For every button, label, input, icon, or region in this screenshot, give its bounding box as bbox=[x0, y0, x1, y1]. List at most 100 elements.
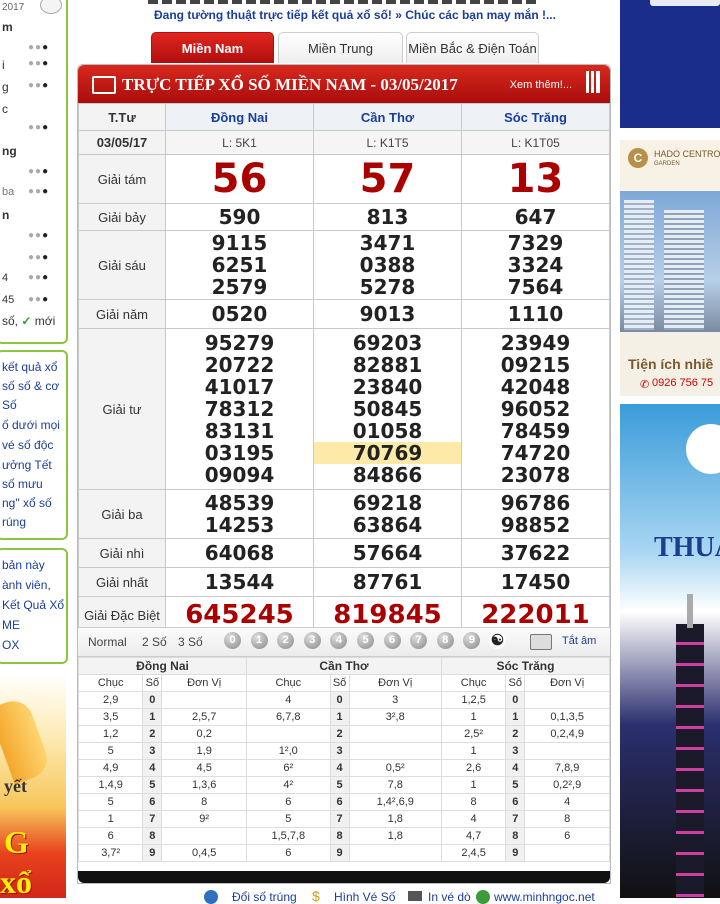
prize-number[interactable]: 13 bbox=[462, 156, 609, 202]
sidebar-news-link-2[interactable]: số số & cơ bbox=[2, 379, 59, 393]
sidebar-dots-8[interactable]: ●●● bbox=[28, 252, 49, 263]
prize-number[interactable]: 69218 bbox=[314, 492, 461, 514]
right-ad-top[interactable] bbox=[620, 0, 720, 128]
sidebar-dots-5[interactable]: ●●● bbox=[28, 166, 49, 177]
see-more-link[interactable]: Xem thêm!... bbox=[510, 79, 572, 91]
prize-number[interactable]: 813 bbox=[314, 206, 461, 228]
prize-number[interactable]: 56 bbox=[166, 156, 313, 202]
sidebar-dots-2[interactable]: ●●● bbox=[28, 58, 49, 69]
prize-number[interactable]: 1110 bbox=[462, 303, 609, 325]
prize-number[interactable]: 20722 bbox=[166, 354, 313, 376]
prize-number[interactable]: 23840 bbox=[314, 376, 461, 398]
prize-number[interactable]: 96052 bbox=[462, 398, 609, 420]
three-digit-button[interactable]: 3 Số bbox=[178, 635, 203, 649]
speaker-icon[interactable] bbox=[530, 634, 552, 650]
province-can-tho[interactable]: Cần Thơ bbox=[313, 103, 462, 131]
digit-ball-9[interactable]: 9 bbox=[463, 632, 481, 649]
sidebar-banner-ad[interactable]: yết G xổ bbox=[0, 672, 66, 898]
prize-number[interactable]: 222011 bbox=[462, 600, 609, 630]
prize-number[interactable]: 70769 bbox=[314, 442, 461, 464]
right-ad-thuan[interactable]: THUẬN bbox=[620, 404, 720, 898]
prize-number[interactable]: 78459 bbox=[462, 420, 609, 442]
prize-number[interactable]: 57664 bbox=[314, 542, 461, 564]
digit-ball-4[interactable]: 4 bbox=[330, 632, 348, 649]
footer-link-hinh-ve[interactable]: Hình Vé Số bbox=[334, 890, 395, 904]
mute-button[interactable]: Tắt âm bbox=[562, 635, 596, 647]
sidebar-news-link-9[interactable]: rúng bbox=[2, 515, 26, 529]
sidebar-info-link-4[interactable]: ME bbox=[2, 618, 20, 632]
digit-ball-7[interactable]: 7 bbox=[410, 632, 428, 649]
tab-mien-bac[interactable]: Miền Bắc & Điện Toán bbox=[406, 32, 539, 63]
sidebar-dots-7[interactable]: ●●● bbox=[28, 230, 49, 241]
sidebar-news-link-1[interactable]: kết quả xổ bbox=[2, 360, 57, 374]
prize-number[interactable]: 83131 bbox=[166, 420, 313, 442]
prize-number[interactable]: 03195 bbox=[166, 442, 313, 464]
sidebar-dots-1[interactable]: ●●● bbox=[28, 42, 49, 53]
prize-number[interactable]: 74720 bbox=[462, 442, 609, 464]
tab-mien-nam[interactable]: Miền Nam bbox=[151, 32, 274, 63]
prize-number[interactable]: 09215 bbox=[462, 354, 609, 376]
prize-number[interactable]: 01058 bbox=[314, 420, 461, 442]
sidebar-info-link-2[interactable]: ành viên, bbox=[2, 578, 51, 592]
prize-number[interactable]: 84866 bbox=[314, 464, 461, 486]
prize-number[interactable]: 57 bbox=[314, 156, 461, 202]
prize-number[interactable]: 6251 bbox=[166, 254, 313, 276]
prize-number[interactable]: 69203 bbox=[314, 332, 461, 354]
digit-ball-0[interactable]: 0 bbox=[224, 632, 241, 649]
prize-number[interactable]: 5278 bbox=[314, 276, 461, 298]
prize-number[interactable]: 9115 bbox=[166, 232, 313, 254]
prize-number[interactable]: 17450 bbox=[462, 571, 609, 593]
sidebar-info-link-1[interactable]: bản này bbox=[2, 558, 45, 572]
live-marquee[interactable]: Đang tường thuật trực tiếp kết quả xổ số… bbox=[154, 8, 556, 22]
sidebar-dots-9[interactable]: ●●● bbox=[28, 272, 49, 283]
footer-link-doi-so[interactable]: Đổi số trúng bbox=[232, 890, 297, 904]
prize-number[interactable]: 09094 bbox=[166, 464, 313, 486]
digit-ball-3[interactable]: 3 bbox=[303, 632, 321, 649]
right-ad-hado[interactable]: C HADO CENTROSA GARDEN Tiện ích nhiề ✆ 0… bbox=[620, 140, 720, 396]
sidebar-news-link-8[interactable]: ng" xổ số bbox=[2, 496, 52, 510]
prize-number[interactable]: 23949 bbox=[462, 332, 609, 354]
sidebar-news-link-4[interactable]: ố dưới mọi bbox=[2, 418, 60, 432]
prize-number[interactable]: 590 bbox=[166, 206, 313, 228]
prize-number[interactable]: 98852 bbox=[462, 514, 609, 536]
digit-ball-8[interactable]: 8 bbox=[436, 632, 454, 649]
prize-number[interactable]: 48539 bbox=[166, 492, 313, 514]
prize-number[interactable]: 14253 bbox=[166, 514, 313, 536]
sidebar-dots-6[interactable]: ●●● bbox=[28, 186, 49, 197]
digit-ball-2[interactable]: 2 bbox=[277, 632, 295, 649]
prize-number[interactable]: 64068 bbox=[166, 542, 313, 564]
footer-link-website[interactable]: www.minhngoc.net bbox=[494, 890, 595, 904]
two-digit-button[interactable]: 2 Số bbox=[142, 635, 167, 649]
sidebar-info-link-5[interactable]: OX bbox=[2, 638, 19, 652]
prize-number[interactable]: 13544 bbox=[166, 571, 313, 593]
prize-number[interactable]: 41017 bbox=[166, 376, 313, 398]
prize-number[interactable]: 647 bbox=[462, 206, 609, 228]
digit-ball-5[interactable]: 5 bbox=[357, 632, 374, 649]
normal-mode-button[interactable]: Normal bbox=[88, 635, 127, 649]
prize-number[interactable]: 82881 bbox=[314, 354, 461, 376]
sidebar-info-link-3[interactable]: Kết Quả Xổ bbox=[2, 598, 64, 612]
prize-number[interactable]: 3324 bbox=[462, 254, 609, 276]
prize-number[interactable]: 63864 bbox=[314, 514, 461, 536]
prize-number[interactable]: 9013 bbox=[314, 303, 461, 325]
prize-number[interactable]: 7564 bbox=[462, 276, 609, 298]
prize-number[interactable]: 0520 bbox=[166, 303, 313, 325]
province-soc-trang[interactable]: Sóc Trăng bbox=[461, 103, 610, 131]
sidebar-dots-3[interactable]: ●●● bbox=[28, 80, 49, 91]
tab-mien-trung[interactable]: Miền Trung bbox=[278, 32, 403, 63]
prize-number[interactable]: 78312 bbox=[166, 398, 313, 420]
footer-link-in-ve[interactable]: In vé dò bbox=[428, 890, 471, 904]
sidebar-news-link-5[interactable]: vé số độc bbox=[2, 438, 53, 452]
prize-number[interactable]: 819845 bbox=[314, 600, 461, 630]
yin-yang-button[interactable]: ☯ bbox=[489, 632, 506, 649]
sidebar-news-link-6[interactable]: ưởng Tết bbox=[2, 458, 52, 472]
digit-ball-1[interactable]: 1 bbox=[250, 632, 268, 649]
digit-ball-6[interactable]: 6 bbox=[383, 632, 401, 649]
prize-number[interactable]: 42048 bbox=[462, 376, 609, 398]
province-dong-nai[interactable]: Đồng Nai bbox=[165, 103, 314, 131]
prize-number[interactable]: 0388 bbox=[314, 254, 461, 276]
prize-number[interactable]: 645245 bbox=[166, 600, 313, 630]
prize-number[interactable]: 23078 bbox=[462, 464, 609, 486]
sidebar-dots-4[interactable]: ●●● bbox=[28, 122, 49, 133]
sidebar-dots-10[interactable]: ●●● bbox=[28, 294, 49, 305]
